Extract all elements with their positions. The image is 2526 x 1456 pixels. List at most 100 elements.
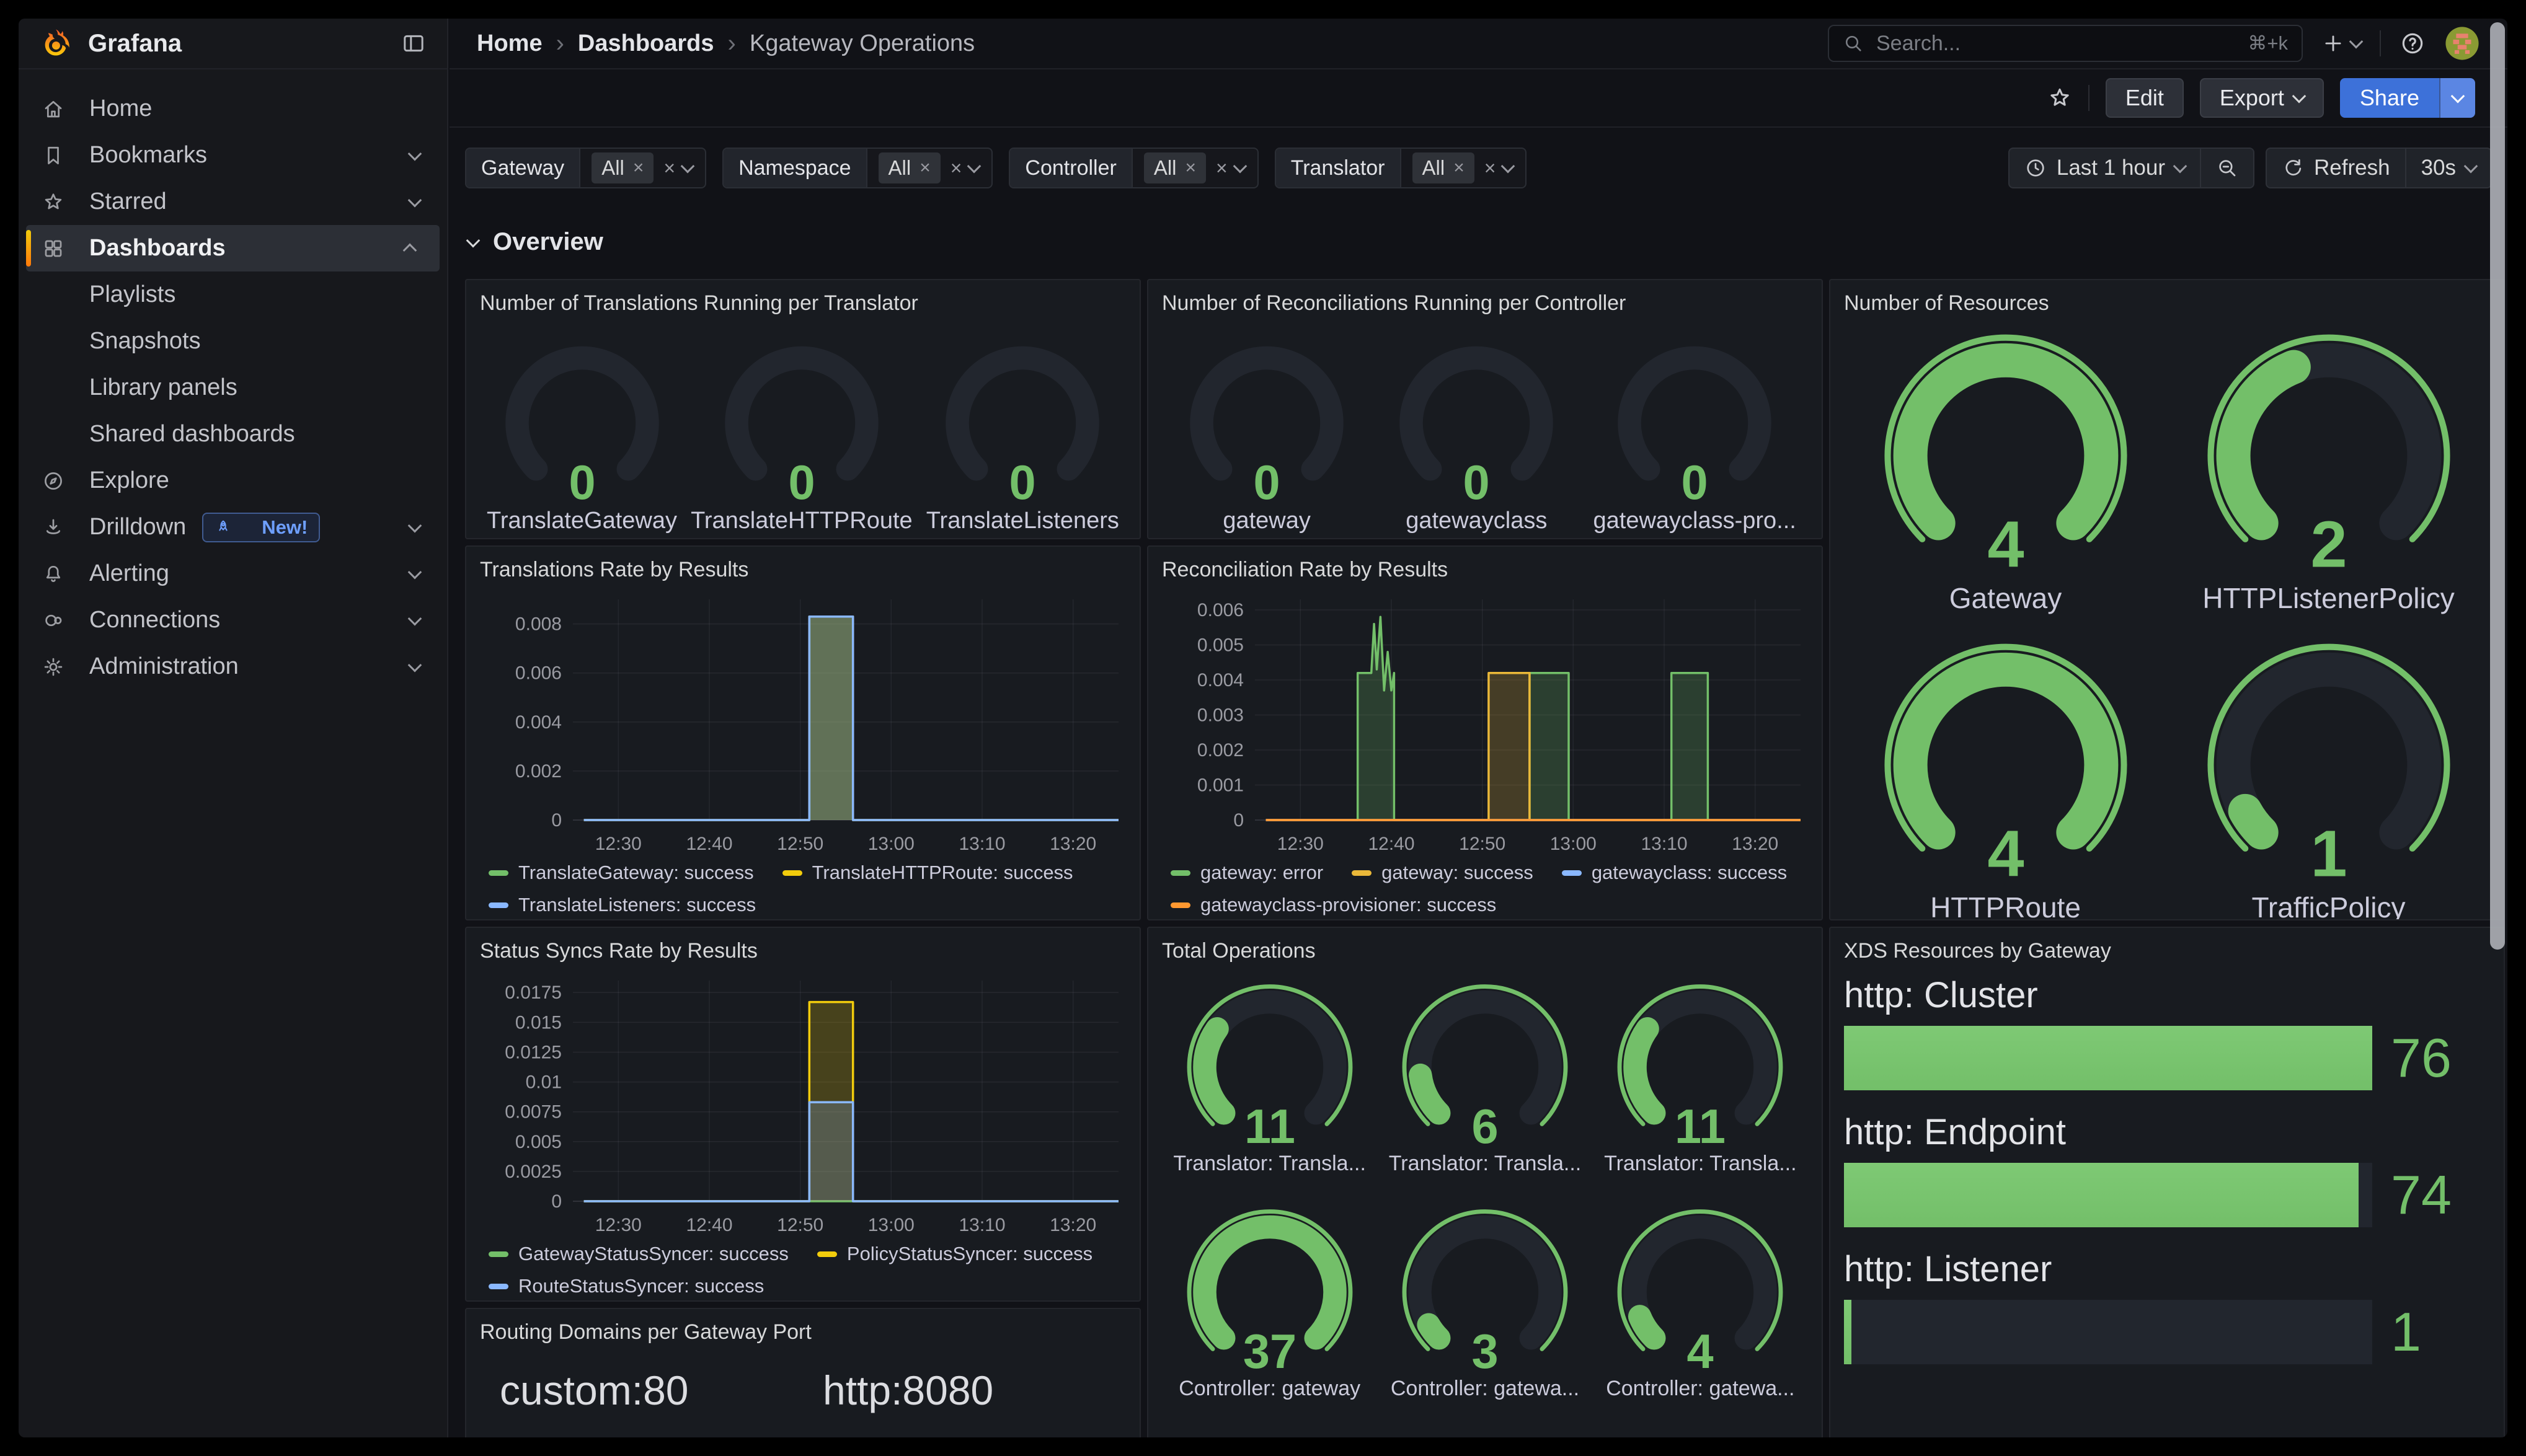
time-series-chart[interactable]: 00.00250.0050.00750.010.01250.0150.01751… xyxy=(480,966,1126,1242)
sidebar-item-connections[interactable]: Connections xyxy=(19,597,447,643)
sidebar-item-administration[interactable]: Administration xyxy=(19,643,447,690)
add-new-button[interactable] xyxy=(2321,32,2361,55)
grid-icon xyxy=(42,237,67,260)
sidebar-item-explore[interactable]: Explore xyxy=(19,457,447,504)
time-series-chart[interactable]: 00.0020.0040.0060.00812:3012:4012:5013:0… xyxy=(480,585,1126,860)
legend-item[interactable]: RouteStatusSyncer: success xyxy=(489,1275,764,1297)
svg-text:0: 0 xyxy=(551,810,562,831)
bar-fill xyxy=(1844,1026,2372,1090)
legend-item[interactable]: TranslateListeners: success xyxy=(489,894,756,916)
gauge-label: Translator: Transla... xyxy=(1389,1152,1582,1176)
svg-text:12:30: 12:30 xyxy=(595,834,642,854)
legend-item[interactable]: gatewayclass: success xyxy=(1562,862,1787,884)
legend-item[interactable]: PolicyStatusSyncer: success xyxy=(817,1243,1092,1265)
remove-value-icon[interactable]: × xyxy=(920,157,931,179)
chevron-down-icon xyxy=(408,565,422,579)
chevron-down-icon xyxy=(408,658,422,672)
time-range-button[interactable]: Last 1 hour xyxy=(2010,149,2200,187)
filter-namespace[interactable]: NamespaceAll×× xyxy=(722,148,993,188)
legend-item[interactable]: TranslateHTTPRoute: success xyxy=(782,862,1073,884)
help-button[interactable] xyxy=(2400,30,2426,56)
section-overview-toggle[interactable]: Overview xyxy=(468,228,603,256)
bar-track xyxy=(1844,1163,2372,1227)
export-button[interactable]: Export xyxy=(2200,78,2324,118)
sidebar-item-dashboards[interactable]: Dashboards xyxy=(26,225,440,271)
filter-value-chip[interactable]: All× xyxy=(592,152,654,183)
bar-track xyxy=(1844,1300,2372,1364)
sidebar-item-home[interactable]: Home xyxy=(19,86,447,132)
legend-swatch xyxy=(1562,870,1582,876)
share-button[interactable]: Share xyxy=(2340,78,2439,118)
favorite-star-icon[interactable] xyxy=(2047,86,2072,110)
svg-text:0: 0 xyxy=(551,1191,562,1212)
clear-filter-icon[interactable]: × xyxy=(951,157,962,180)
gauge: 11Translator: Transla... xyxy=(1173,976,1366,1176)
collapse-sidebar-icon[interactable] xyxy=(401,31,426,56)
panel-routing-domains: Routing Domains per Gateway Port custom:… xyxy=(465,1308,1141,1437)
bar-label: http: Cluster xyxy=(1844,974,2490,1016)
filter-gateway[interactable]: GatewayAll×× xyxy=(465,148,706,188)
filter-controller[interactable]: ControllerAll×× xyxy=(1009,148,1258,188)
new-badge: New! xyxy=(202,513,320,542)
time-controls: Last 1 hour Refresh 30s xyxy=(2008,148,2492,188)
chart-legend: TranslateGateway: success TranslateHTTPRo… xyxy=(480,862,1126,916)
refresh-button[interactable]: Refresh xyxy=(2267,149,2405,187)
help-icon xyxy=(2400,30,2426,56)
filter-translator[interactable]: TranslatorAll×× xyxy=(1275,148,1527,188)
sidebar-item-shared-dashboards[interactable]: Shared dashboards xyxy=(19,411,447,457)
sidebar-item-playlists[interactable]: Playlists xyxy=(19,271,447,318)
remove-value-icon[interactable]: × xyxy=(1453,157,1465,179)
sidebar-header: Grafana xyxy=(19,19,447,69)
sidebar-item-bookmarks[interactable]: Bookmarks xyxy=(19,132,447,179)
gauge: 37Controller: gateway xyxy=(1177,1201,1363,1401)
divider xyxy=(2088,85,2089,111)
legend-item[interactable]: gatewayclass-provisioner: success xyxy=(1171,894,1496,916)
plus-icon xyxy=(2321,32,2345,55)
sidebar-item-library-panels[interactable]: Library panels xyxy=(19,364,447,411)
svg-text:0.0175: 0.0175 xyxy=(505,982,562,1003)
search-box[interactable]: ⌘+k xyxy=(1828,25,2303,62)
gauge: 4Controller: gatewa... xyxy=(1606,1201,1794,1401)
sidebar-item-label: Dashboards xyxy=(89,235,226,262)
svg-text:0.008: 0.008 xyxy=(515,614,562,635)
filter-value-chip[interactable]: All× xyxy=(1412,152,1474,183)
filter-value-chip[interactable]: All× xyxy=(1144,152,1206,183)
remove-value-icon[interactable]: × xyxy=(1185,157,1197,179)
sidebar-item-label: Shared dashboards xyxy=(89,421,295,448)
legend-swatch xyxy=(817,1251,837,1257)
gauge-row: 0TranslateGateway0TranslateHTTPRoute0Tra… xyxy=(480,332,1126,534)
search-input[interactable] xyxy=(1875,31,2236,56)
sidebar-item-snapshots[interactable]: Snapshots xyxy=(19,318,447,364)
filter-value-chip[interactable]: All× xyxy=(879,152,941,183)
time-series-chart[interactable]: 00.0010.0020.0030.0040.0050.00612:3012:4… xyxy=(1162,585,1808,860)
svg-text:13:00: 13:00 xyxy=(1550,834,1597,854)
avatar[interactable] xyxy=(2444,25,2480,61)
share-dropdown-button[interactable] xyxy=(2439,78,2475,118)
sidebar-item-label: Administration xyxy=(89,653,239,680)
legend-item[interactable]: TranslateGateway: success xyxy=(489,862,754,884)
refresh-interval-button[interactable]: 30s xyxy=(2405,149,2491,187)
legend-swatch xyxy=(1171,870,1190,876)
legend-item[interactable]: gateway: success xyxy=(1352,862,1533,884)
legend-item[interactable]: gateway: error xyxy=(1171,862,1323,884)
sidebar-item-starred[interactable]: Starred xyxy=(19,179,447,225)
clear-filter-icon[interactable]: × xyxy=(663,157,675,180)
edit-button[interactable]: Edit xyxy=(2106,78,2184,118)
panel-title: Number of Translations Running per Trans… xyxy=(480,291,1126,315)
breadcrumb-item[interactable]: Home xyxy=(477,30,543,57)
svg-text:0.006: 0.006 xyxy=(1197,600,1244,620)
sidebar-item-drilldown[interactable]: DrilldownNew! xyxy=(19,504,447,550)
sidebar-item-alerting[interactable]: Alerting xyxy=(19,550,447,597)
svg-text:11: 11 xyxy=(1244,1100,1295,1154)
remove-value-icon[interactable]: × xyxy=(633,157,644,179)
scrollbar-thumb[interactable] xyxy=(2490,22,2505,950)
clear-filter-icon[interactable]: × xyxy=(1484,157,1496,180)
zoom-out-icon xyxy=(2216,157,2238,179)
svg-text:0.001: 0.001 xyxy=(1197,775,1244,796)
breadcrumb-item[interactable]: Dashboards xyxy=(578,30,714,57)
bar-label: http: Listener xyxy=(1844,1248,2490,1290)
clear-filter-icon[interactable]: × xyxy=(1216,157,1228,180)
zoom-out-button[interactable] xyxy=(2200,149,2253,187)
chevron-up-icon xyxy=(403,243,417,257)
legend-item[interactable]: GatewayStatusSyncer: success xyxy=(489,1243,789,1265)
